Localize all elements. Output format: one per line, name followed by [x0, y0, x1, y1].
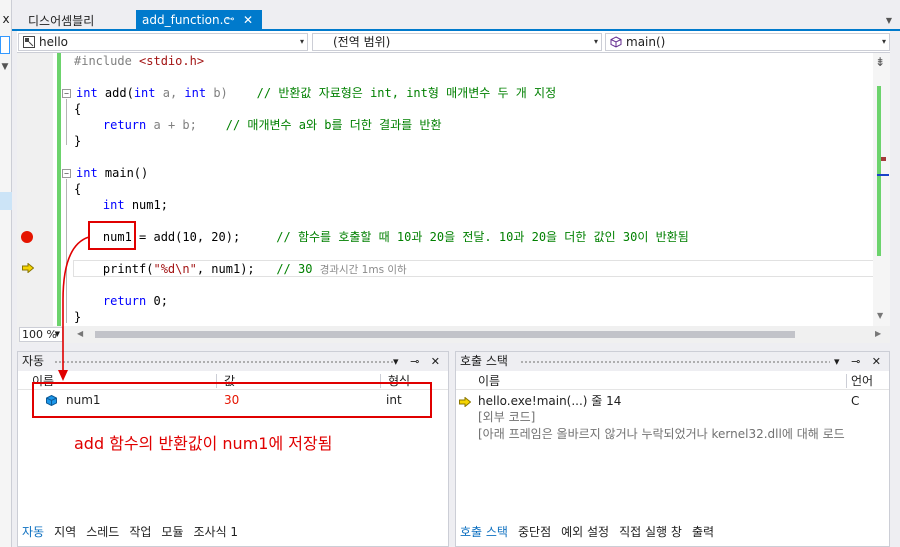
annotation-box-autos-row — [32, 382, 432, 418]
annotation-note: add 함수의 반환값이 num1에 저장됨 — [74, 434, 333, 453]
annotation-arrow — [58, 236, 90, 381]
